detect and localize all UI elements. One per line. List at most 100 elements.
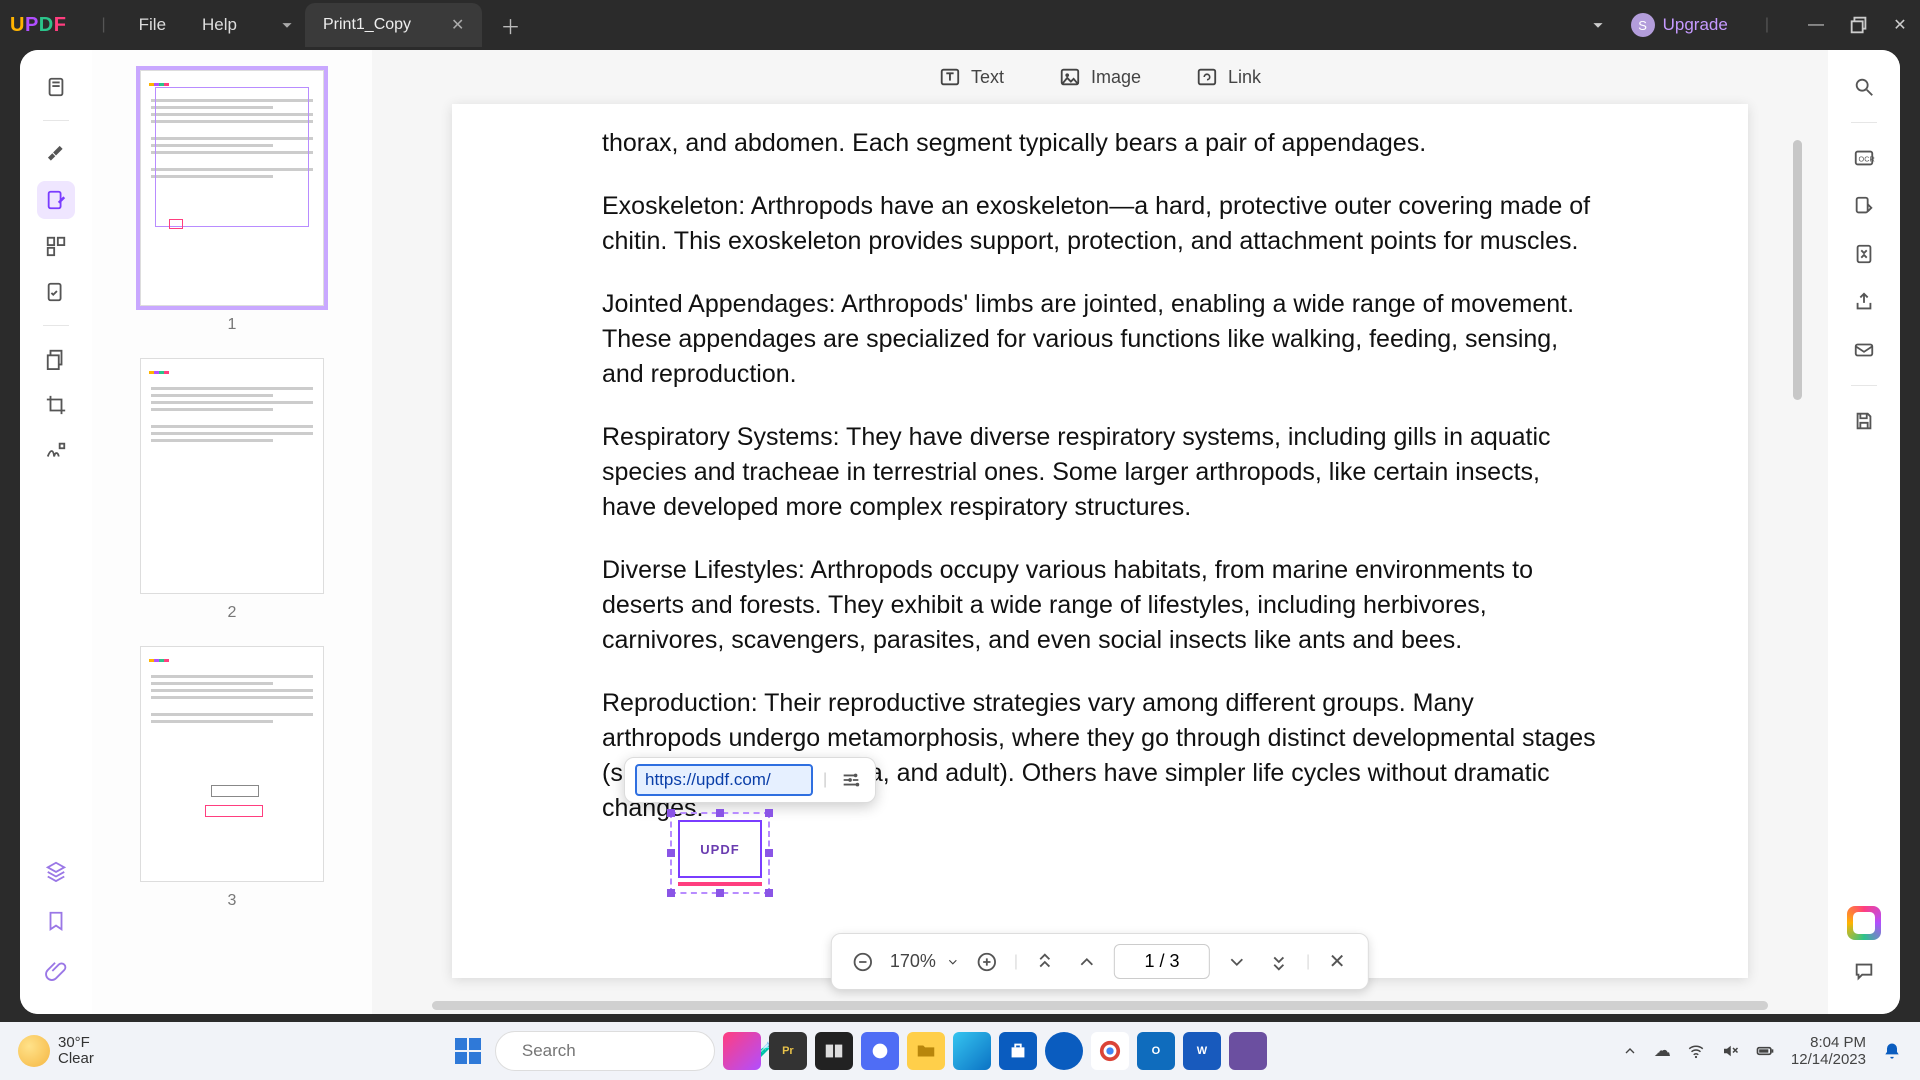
menu-help[interactable]: Help — [202, 15, 237, 35]
edit-tool[interactable] — [37, 181, 75, 219]
save-button[interactable] — [1845, 402, 1883, 440]
page-thumbnail-3[interactable] — [140, 646, 324, 882]
link-object-label: UPDF — [678, 820, 762, 878]
crop-tool[interactable] — [37, 386, 75, 424]
comment-button[interactable] — [1845, 952, 1883, 990]
last-page-button[interactable] — [1264, 947, 1294, 977]
fill-sign-tool[interactable] — [37, 432, 75, 470]
share-button[interactable] — [1845, 283, 1883, 321]
taskbar-app-copilot[interactable] — [723, 1032, 761, 1070]
compress-button[interactable] — [1845, 235, 1883, 273]
save-icon — [1853, 410, 1875, 432]
convert-button[interactable] — [1845, 187, 1883, 225]
paragraph: Diverse Lifestyles: Arthropods occupy va… — [602, 553, 1598, 658]
edit-link-button[interactable]: Link — [1196, 66, 1261, 88]
left-toolbar — [20, 50, 92, 1014]
taskbar-app-taskview[interactable] — [815, 1032, 853, 1070]
tray-notifications-icon[interactable] — [1882, 1041, 1902, 1061]
taskbar-app-outlook[interactable]: O — [1137, 1032, 1175, 1070]
titlebar: UPDF | File Help Print1_Copy ✕ ＋ S Upgra… — [0, 0, 1920, 50]
taskbar-app-chat[interactable] — [861, 1032, 899, 1070]
taskbar-app-word[interactable]: W — [1183, 1032, 1221, 1070]
tray-onedrive-icon[interactable]: ☁ — [1654, 1041, 1671, 1061]
tab-list-dropdown[interactable] — [275, 13, 299, 37]
thumbnail-number: 3 — [228, 892, 237, 910]
window-dropdown[interactable] — [1587, 14, 1609, 36]
attachment-button[interactable] — [37, 952, 75, 990]
paragraph: Jointed Appendages: Arthropods' limbs ar… — [602, 287, 1598, 392]
horizontal-scrollbar[interactable] — [432, 1001, 1768, 1010]
tab-close-button[interactable]: ✕ — [451, 15, 464, 35]
annotate-tool[interactable] — [37, 135, 75, 173]
windows-taskbar: 30°F Clear 🧪 🎨 Pr O W — [0, 1022, 1920, 1080]
bookmark-button[interactable] — [37, 902, 75, 940]
search-button[interactable] — [1845, 68, 1883, 106]
main-document-area: Text Image Link thorax, and abdomen. Eac… — [372, 50, 1828, 1014]
tray-battery-icon[interactable] — [1755, 1041, 1775, 1061]
tray-wifi-icon[interactable] — [1687, 1042, 1705, 1060]
pages-grid-icon — [45, 235, 67, 257]
svg-text:OCR: OCR — [1859, 155, 1875, 164]
organize-tool[interactable] — [37, 227, 75, 265]
tray-volume-icon[interactable] — [1721, 1042, 1739, 1060]
pages-stack-icon — [45, 348, 67, 370]
system-tray: ☁ 8:04 PM 12/14/2023 — [1622, 1034, 1902, 1069]
clock-time: 8:04 PM — [1810, 1034, 1866, 1051]
taskbar-weather[interactable]: 30°F Clear — [18, 1035, 94, 1068]
form-tool[interactable] — [37, 273, 75, 311]
taskbar-app-explorer[interactable] — [907, 1032, 945, 1070]
start-button[interactable] — [449, 1032, 487, 1070]
chrome-icon — [1099, 1040, 1121, 1062]
window-minimize-button[interactable]: — — [1806, 16, 1826, 34]
vertical-scrollbar[interactable] — [1793, 140, 1802, 400]
first-page-button[interactable] — [1030, 947, 1060, 977]
ai-assistant-button[interactable] — [1847, 906, 1881, 940]
prev-page-button[interactable] — [1072, 947, 1102, 977]
layers-button[interactable] — [37, 852, 75, 890]
minus-circle-icon — [852, 951, 874, 973]
selected-link-object[interactable]: UPDF — [670, 812, 770, 894]
edit-text-button[interactable]: Text — [939, 66, 1004, 88]
divider: | — [1765, 16, 1769, 34]
zoom-out-button[interactable] — [848, 947, 878, 977]
taskbar-app-edge[interactable] — [953, 1032, 991, 1070]
paragraph: Exoskeleton: Arthropods have an exoskele… — [602, 189, 1598, 259]
taskbar-app-premiere[interactable]: Pr — [769, 1032, 807, 1070]
window-maximize-button[interactable] — [1848, 14, 1868, 36]
taskbar-search[interactable]: 🧪 🎨 — [495, 1031, 715, 1071]
taskbar-app-updf[interactable] — [1229, 1032, 1267, 1070]
taskbar-search-input[interactable] — [522, 1041, 743, 1061]
weather-icon — [18, 1035, 50, 1067]
paperclip-icon — [45, 960, 67, 982]
upgrade-button[interactable]: S Upgrade — [1631, 13, 1728, 37]
zoom-level-select[interactable]: 170% — [890, 951, 960, 972]
taskbar-app-store[interactable] — [999, 1032, 1037, 1070]
app-body: 1 2 — [20, 50, 1900, 1014]
page-icon — [45, 76, 67, 98]
close-bar-button[interactable]: ✕ — [1322, 947, 1352, 977]
tray-clock[interactable]: 8:04 PM 12/14/2023 — [1791, 1034, 1866, 1069]
page-thumbnail-1[interactable] — [140, 70, 324, 306]
reader-tool[interactable] — [37, 68, 75, 106]
ai-icon — [1853, 912, 1875, 934]
page-canvas[interactable]: thorax, and abdomen. Each segment typica… — [452, 104, 1748, 978]
document-tab[interactable]: Print1_Copy ✕ — [305, 3, 482, 47]
tray-overflow-button[interactable] — [1622, 1043, 1638, 1059]
next-page-button[interactable] — [1222, 947, 1252, 977]
taskbar-app-chrome[interactable] — [1091, 1032, 1129, 1070]
page-number-input[interactable]: 1 / 3 — [1114, 944, 1210, 979]
redact-tool[interactable] — [37, 340, 75, 378]
edit-image-button[interactable]: Image — [1059, 66, 1141, 88]
new-tab-button[interactable]: ＋ — [500, 11, 520, 40]
ocr-button[interactable]: OCR — [1845, 139, 1883, 177]
link-url-input[interactable] — [635, 764, 813, 796]
link-options-button[interactable] — [837, 766, 865, 794]
taskbar-app-dell[interactable] — [1045, 1032, 1083, 1070]
window-close-button[interactable]: ✕ — [1890, 15, 1910, 35]
menu-file[interactable]: File — [139, 15, 166, 35]
compress-icon — [1853, 243, 1875, 265]
thumbnail-panel: 1 2 — [92, 50, 372, 1014]
page-thumbnail-2[interactable] — [140, 358, 324, 594]
email-button[interactable] — [1845, 331, 1883, 369]
zoom-in-button[interactable] — [972, 947, 1002, 977]
